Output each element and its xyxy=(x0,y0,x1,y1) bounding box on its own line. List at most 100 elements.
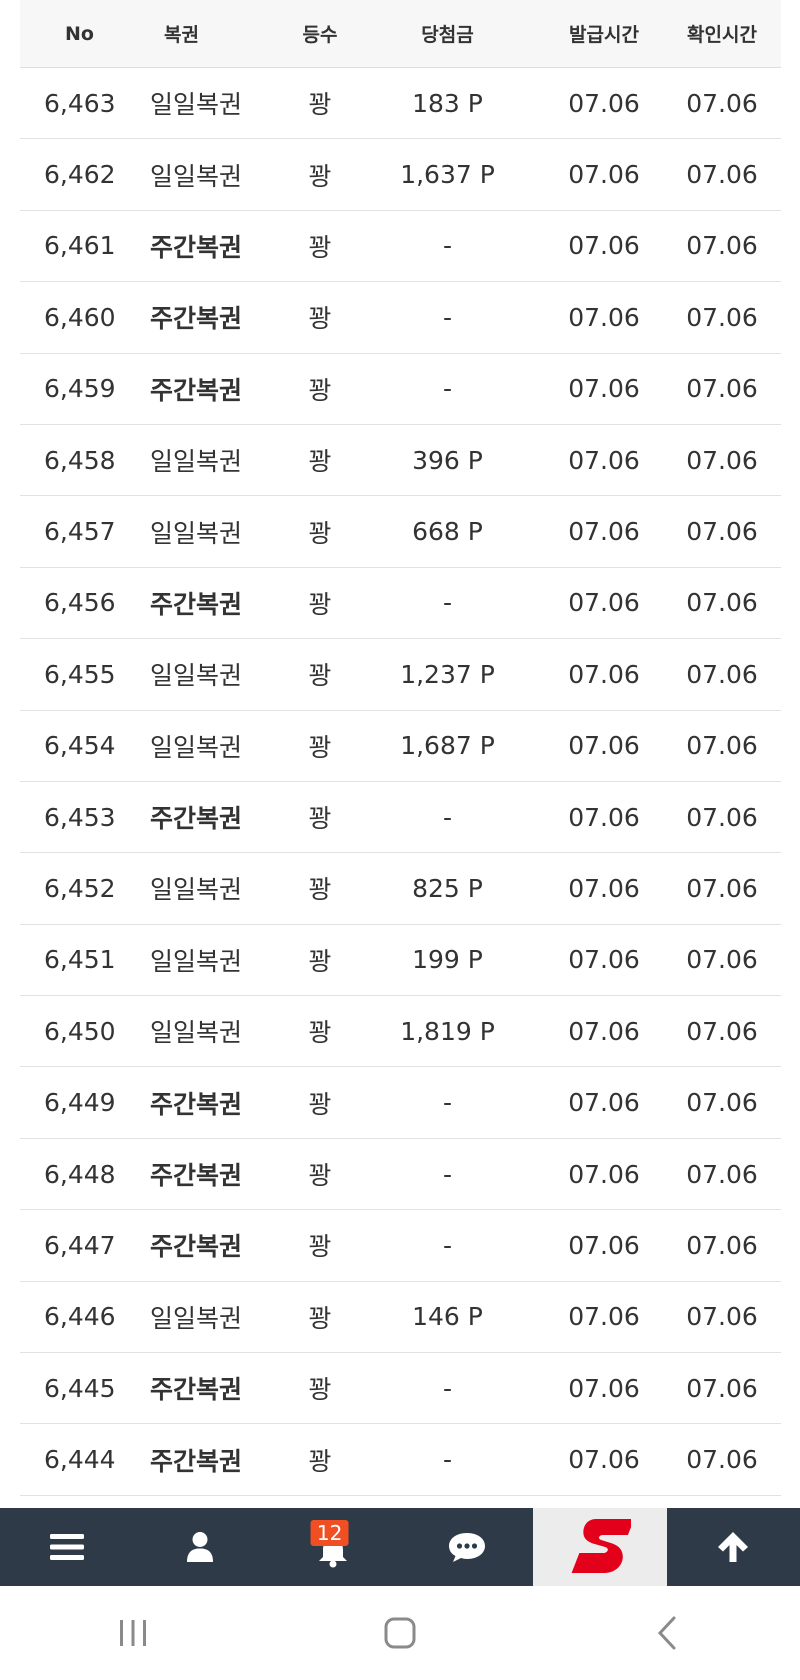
row-no: 6,458 xyxy=(44,445,116,475)
row-issued-time: 07.06 xyxy=(568,873,640,903)
row-rank: 꽝 xyxy=(308,304,332,334)
table-row[interactable]: 6,445 주간복권 꽝 - 07.06 07.06 xyxy=(20,1353,781,1425)
home-button[interactable] xyxy=(267,1586,534,1680)
table-row[interactable]: 6,463 일일복권 꽝 183 P 07.06 07.06 xyxy=(20,68,781,140)
table-row[interactable]: 6,447 주간복권 꽝 - 07.06 07.06 xyxy=(20,1210,781,1282)
row-checked-time: 07.06 xyxy=(686,588,758,618)
row-prize: - xyxy=(442,231,453,261)
table-row[interactable]: 6,451 일일복권 꽝 199 P 07.06 07.06 xyxy=(20,925,781,997)
row-no: 6,449 xyxy=(44,1088,116,1118)
recent-apps-button[interactable] xyxy=(0,1586,267,1680)
table-row[interactable]: 6,449 주간복권 꽝 - 07.06 07.06 xyxy=(20,1067,781,1139)
menu-button[interactable] xyxy=(0,1508,133,1586)
row-no: 6,455 xyxy=(44,659,116,689)
row-no: 6,453 xyxy=(44,802,116,832)
row-lottery-name: 주간복권 xyxy=(150,1232,243,1262)
row-rank: 꽝 xyxy=(308,732,332,762)
row-checked-time: 07.06 xyxy=(686,1088,758,1118)
row-lottery-name: 일일복권 xyxy=(150,518,243,548)
table-row[interactable]: 6,461 주간복권 꽝 - 07.06 07.06 xyxy=(20,211,781,283)
table-row[interactable]: 6,457 일일복권 꽝 668 P 07.06 07.06 xyxy=(20,496,781,568)
table-row[interactable]: 6,454 일일복권 꽝 1,687 P 07.06 07.06 xyxy=(20,711,781,782)
notification-badge: 12 xyxy=(310,1520,349,1546)
row-checked-time: 07.06 xyxy=(686,302,758,332)
row-checked-time: 07.06 xyxy=(686,945,758,975)
row-prize: - xyxy=(442,1159,453,1189)
row-issued-time: 07.06 xyxy=(568,231,640,261)
row-lottery-name: 일일복권 xyxy=(150,661,243,691)
table-row[interactable]: 6,446 일일복권 꽝 146 P 07.06 07.06 xyxy=(20,1282,781,1354)
screen: No 복권 등수 당첨금 발급시간 확인시간 6,463 일일복권 꽝 183 P 07… xyxy=(0,0,800,1680)
row-rank: 꽝 xyxy=(308,161,332,191)
table-row[interactable]: 6,460 주간복권 꽝 - 07.06 07.06 xyxy=(20,282,781,354)
user-button[interactable] xyxy=(133,1508,266,1586)
row-issued-time: 07.06 xyxy=(568,160,640,190)
row-lottery-name: 일일복권 xyxy=(150,90,243,120)
row-prize: - xyxy=(442,374,453,404)
row-no: 6,460 xyxy=(44,302,116,332)
row-lottery-name: 일일복권 xyxy=(150,732,243,762)
row-checked-time: 07.06 xyxy=(686,160,758,190)
back-button[interactable] xyxy=(533,1586,800,1680)
table-row[interactable]: 6,458 일일복권 꽝 396 P 07.06 07.06 xyxy=(20,425,781,497)
row-no: 6,462 xyxy=(44,160,116,190)
row-prize: 1,687 P xyxy=(400,731,495,761)
row-checked-time: 07.06 xyxy=(686,1373,758,1403)
row-checked-time: 07.06 xyxy=(686,517,758,547)
logo-button[interactable] xyxy=(533,1508,667,1586)
row-issued-time: 07.06 xyxy=(568,588,640,618)
row-no: 6,452 xyxy=(44,873,116,903)
row-prize: 396 P xyxy=(412,445,483,475)
row-rank: 꽝 xyxy=(308,232,332,262)
row-rank: 꽝 xyxy=(308,1089,332,1119)
row-prize: 1,819 P xyxy=(400,1016,495,1046)
row-issued-time: 07.06 xyxy=(568,445,640,475)
row-rank: 꽝 xyxy=(308,875,332,905)
row-rank: 꽝 xyxy=(308,1446,332,1476)
table-row[interactable]: 6,450 일일복권 꽝 1,819 P 07.06 07.06 xyxy=(20,996,781,1068)
bottom-nav: 12 xyxy=(0,1508,800,1586)
row-issued-time: 07.06 xyxy=(568,1159,640,1189)
row-issued-time: 07.06 xyxy=(568,802,640,832)
home-icon xyxy=(384,1617,416,1649)
table-row[interactable]: 6,452 일일복권 꽝 825 P 07.06 07.06 xyxy=(20,853,781,925)
row-checked-time: 07.06 xyxy=(686,445,758,475)
header-rank: 등수 xyxy=(302,24,338,46)
arrow-up-icon xyxy=(718,1532,749,1562)
table-row[interactable]: 6,455 일일복권 꽝 1,237 P 07.06 07.06 xyxy=(20,639,781,711)
row-issued-time: 07.06 xyxy=(568,1302,640,1332)
table-row[interactable]: 6,453 주간복권 꽝 - 07.06 07.06 xyxy=(20,782,781,854)
row-issued-time: 07.06 xyxy=(568,1373,640,1403)
table-row[interactable]: 6,456 주간복권 꽝 - 07.06 07.06 xyxy=(20,568,781,640)
row-lottery-name: 일일복권 xyxy=(150,946,243,976)
user-icon xyxy=(186,1532,213,1562)
row-rank: 꽝 xyxy=(308,1375,332,1405)
row-no: 6,454 xyxy=(44,731,116,761)
row-prize: 1,637 P xyxy=(400,160,495,190)
chat-button[interactable] xyxy=(400,1508,533,1586)
notification-button[interactable]: 12 xyxy=(267,1508,400,1586)
row-rank: 꽝 xyxy=(308,661,332,691)
table-row[interactable]: 6,448 주간복권 꽝 - 07.06 07.06 xyxy=(20,1139,781,1211)
row-checked-time: 07.06 xyxy=(686,1230,758,1260)
row-lottery-name: 주간복권 xyxy=(150,589,243,619)
row-rank: 꽝 xyxy=(308,447,332,477)
row-rank: 꽝 xyxy=(308,1303,332,1333)
scroll-top-button[interactable] xyxy=(667,1508,800,1586)
row-lottery-name: 주간복권 xyxy=(150,1375,243,1405)
table-row[interactable]: 6,462 일일복권 꽝 1,637 P 07.06 07.06 xyxy=(20,139,781,211)
row-rank: 꽝 xyxy=(308,375,332,405)
row-prize: - xyxy=(442,1230,453,1260)
row-checked-time: 07.06 xyxy=(686,659,758,689)
row-issued-time: 07.06 xyxy=(568,659,640,689)
table-row[interactable]: 6,444 주간복권 꽝 - 07.06 07.06 xyxy=(20,1424,781,1496)
table-row[interactable]: 6,459 주간복권 꽝 - 07.06 07.06 xyxy=(20,354,781,425)
row-prize: 1,237 P xyxy=(400,659,495,689)
row-prize: - xyxy=(442,302,453,332)
logo-s-icon xyxy=(571,1519,631,1573)
row-no: 6,459 xyxy=(44,374,116,404)
row-lottery-name: 주간복권 xyxy=(150,1089,243,1119)
row-no: 6,445 xyxy=(44,1373,116,1403)
row-prize: 825 P xyxy=(412,873,483,903)
row-lottery-name: 주간복권 xyxy=(150,1446,243,1476)
